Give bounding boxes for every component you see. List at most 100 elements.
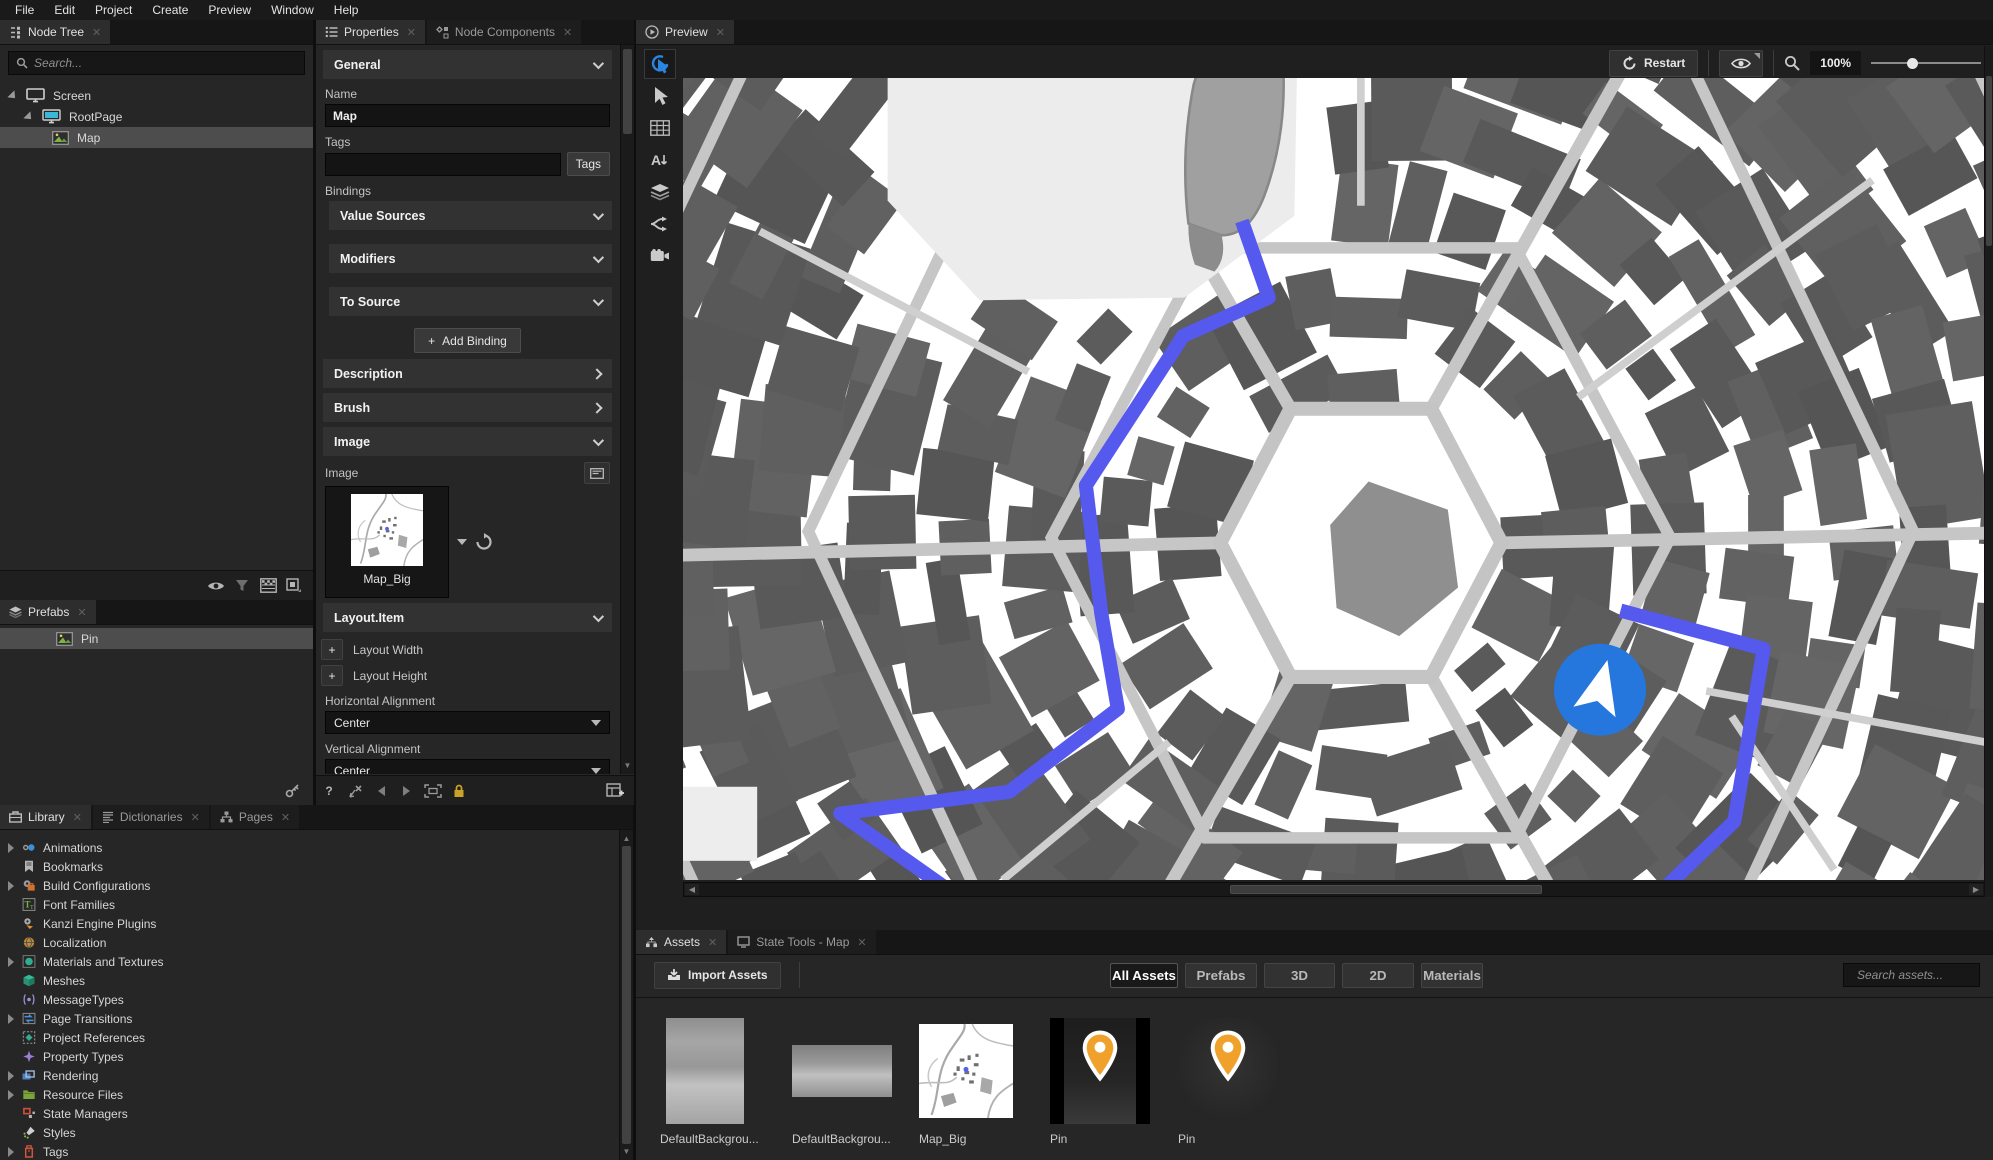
library-item-kanzi-engine-plugins[interactable]: Kanzi Engine Plugins [0, 914, 633, 933]
filter-icon[interactable] [229, 575, 255, 597]
node-tree-search-input[interactable] [34, 56, 297, 70]
group-modifiers[interactable]: Modifiers [329, 244, 612, 273]
expander-icon[interactable] [7, 1013, 14, 1024]
library-item-materials-and-textures[interactable]: Materials and Textures [0, 952, 633, 971]
tab-state-tools[interactable]: State Tools - Map ✕ [728, 930, 876, 954]
expander-icon[interactable] [7, 842, 14, 853]
filter-3d[interactable]: 3D [1264, 962, 1335, 988]
asset-card-pin-prefab[interactable]: Pin [1178, 1018, 1282, 1146]
filter-all-assets[interactable]: All Assets [1110, 962, 1178, 988]
image-dropdown-caret[interactable] [457, 539, 467, 545]
tab-dictionaries[interactable]: Dictionaries ✕ [92, 805, 209, 829]
expander-icon[interactable] [7, 880, 14, 891]
asset-card-pin-image[interactable]: Pin [1050, 1018, 1154, 1146]
zoom-level-value[interactable]: 100% [1810, 51, 1861, 75]
image-value-thumbnail[interactable]: Map_Big [325, 486, 449, 598]
filter-materials[interactable]: Materials [1421, 962, 1483, 988]
swatch-options-icon[interactable] [281, 575, 307, 597]
lock-icon[interactable] [446, 780, 472, 802]
group-to-source[interactable]: To Source [329, 287, 612, 316]
tab-pages[interactable]: Pages ✕ [210, 805, 300, 829]
library-item-build-configurations[interactable]: Build Configurations [0, 876, 633, 895]
properties-scrollbar[interactable]: ▼ [620, 45, 634, 774]
close-icon[interactable]: ✕ [92, 26, 101, 39]
add-layout-height-button[interactable]: + [321, 665, 343, 686]
close-icon[interactable]: ✕ [73, 811, 82, 824]
filter-2d[interactable]: 2D [1342, 962, 1414, 988]
add-layout-width-button[interactable]: + [321, 639, 343, 660]
frame-icon[interactable] [420, 780, 446, 802]
connections-tool-icon[interactable] [644, 209, 676, 239]
tab-library[interactable]: Library ✕ [0, 805, 91, 829]
tab-node-components[interactable]: Node Components ✕ [426, 20, 582, 44]
close-icon[interactable]: ✕ [857, 936, 866, 949]
library-item-animations[interactable]: Animations [0, 838, 633, 857]
hscroll-thumb[interactable] [1230, 885, 1542, 894]
library-item-project-references[interactable]: Project References [0, 1028, 633, 1047]
menu-preview[interactable]: Preview [199, 1, 260, 19]
zoom-slider-handle[interactable] [1907, 58, 1918, 69]
section-description[interactable]: Description [323, 359, 612, 388]
library-item-styles[interactable]: Styles [0, 1123, 633, 1142]
menu-window[interactable]: Window [262, 1, 323, 19]
close-icon[interactable]: ✕ [716, 26, 725, 39]
expander-icon[interactable] [7, 1070, 14, 1081]
filter-prefabs[interactable]: Prefabs [1185, 962, 1257, 988]
library-item-property-types[interactable]: Property Types [0, 1047, 633, 1066]
prefab-item-pin[interactable]: Pin [0, 628, 313, 649]
back-arrow-icon[interactable] [368, 780, 394, 802]
menu-project[interactable]: Project [86, 1, 141, 19]
clear-selection-icon[interactable] [342, 780, 368, 802]
library-item-bookmarks[interactable]: Bookmarks [0, 857, 633, 876]
grid-tool-icon[interactable] [644, 113, 676, 143]
help-icon[interactable]: ? [316, 780, 342, 802]
image-picker-button[interactable] [584, 462, 610, 484]
zoom-slider[interactable] [1871, 56, 1981, 70]
expander-icon[interactable] [7, 89, 19, 102]
checker-view-icon[interactable] [255, 575, 281, 597]
library-item-messagetypes[interactable]: MessageTypes [0, 990, 633, 1009]
expander-icon[interactable] [7, 956, 14, 967]
library-item-page-transitions[interactable]: Page Transitions [0, 1009, 633, 1028]
library-scrollbar[interactable]: ▲ ▼ [619, 830, 633, 1160]
close-icon[interactable]: ✕ [191, 811, 200, 824]
tree-node-screen[interactable]: Screen [0, 85, 313, 106]
section-brush[interactable]: Brush [323, 393, 612, 422]
library-item-font-families[interactable]: T T Font Families [0, 895, 633, 914]
close-icon[interactable]: ✕ [281, 811, 290, 824]
key-icon[interactable] [279, 779, 305, 801]
text-tool-icon[interactable]: A [644, 145, 676, 175]
tab-assets[interactable]: Assets ✕ [636, 930, 727, 954]
section-image[interactable]: Image [323, 427, 612, 456]
library-item-rendering[interactable]: Rendering [0, 1066, 633, 1085]
scroll-right-arrow[interactable]: ▶ [1969, 884, 1983, 895]
library-item-tags[interactable]: Tags [0, 1142, 633, 1160]
library-item-meshes[interactable]: Meshes [0, 971, 633, 990]
forward-arrow-icon[interactable] [394, 780, 420, 802]
tags-field[interactable] [325, 152, 561, 176]
tree-node-map[interactable]: Map [0, 127, 313, 148]
restart-button[interactable]: Restart [1608, 49, 1699, 77]
expander-icon[interactable] [23, 110, 35, 123]
add-binding-button[interactable]: + Add Binding [414, 328, 521, 353]
tab-preview[interactable]: Preview ✕ [636, 20, 734, 44]
menu-edit[interactable]: Edit [45, 1, 84, 19]
camera-tool-icon[interactable] [644, 241, 676, 271]
layers-tool-icon[interactable] [644, 177, 676, 207]
expander-icon[interactable] [7, 1146, 14, 1157]
close-icon[interactable]: ✕ [407, 26, 416, 39]
import-assets-button[interactable]: Import Assets [654, 961, 781, 989]
map-preview[interactable] [683, 78, 1985, 880]
library-item-state-managers[interactable]: State Managers [0, 1104, 633, 1123]
select-tool-icon[interactable] [644, 81, 676, 111]
section-layout-item[interactable]: Layout.Item [323, 603, 612, 632]
asset-card-defaultbackground-1[interactable]: DefaultBackgrou... [660, 1018, 764, 1146]
horizontal-alignment-select[interactable]: Center [325, 711, 610, 734]
tab-node-tree[interactable]: Node Tree ✕ [0, 20, 111, 44]
menu-help[interactable]: Help [325, 1, 368, 19]
preview-hscrollbar[interactable]: ◀ ▶ [683, 882, 1985, 897]
library-item-resource-files[interactable]: Resource Files [0, 1085, 633, 1104]
close-icon[interactable]: ✕ [563, 26, 572, 39]
tree-node-rootpage[interactable]: RootPage [0, 106, 313, 127]
expander-icon[interactable] [7, 1089, 14, 1100]
